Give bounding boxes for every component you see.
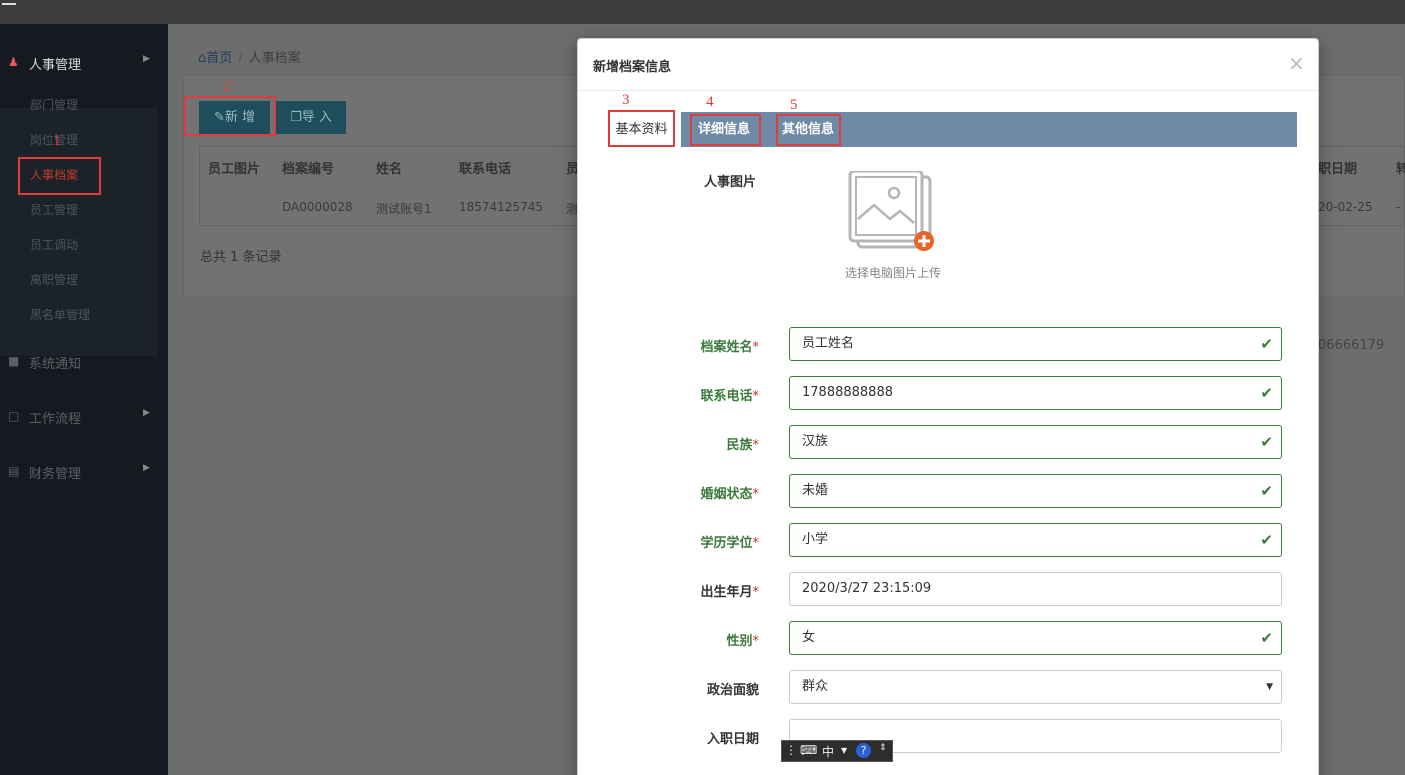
add-archive-modal: 新增档案信息 × 基本资料 详细信息 其他信息 人事图片 选择电脑图片上传 档案… [577, 38, 1319, 775]
ime-toolbar[interactable]: ⋮⋮ ⌨ 中 ▼ ? ⇕ [781, 740, 893, 762]
close-icon[interactable]: × [1288, 51, 1305, 75]
gender-label: 性别* [726, 634, 759, 649]
book-icon: ■ [8, 354, 20, 368]
breadcrumb-current: 人事档案 [248, 51, 301, 66]
annotation-label-2: 2 [223, 79, 231, 95]
political-label: 政治面貌 [706, 683, 759, 698]
join-date-label: 入职日期 [706, 732, 759, 747]
birth-label: 出生年月* [700, 585, 759, 600]
ethnicity-label: 民族* [726, 438, 759, 453]
top-navbar [0, 0, 1405, 24]
expand-icon[interactable]: ⇕ [879, 743, 887, 753]
table-total: 总共 1 条记录 [200, 250, 282, 265]
help-icon[interactable]: ? [856, 743, 871, 758]
check-icon: ✔ [1260, 335, 1273, 353]
marital-label: 婚姻状态* [700, 487, 759, 502]
sidebar-group-workflow[interactable]: □ 工作流程 ▶ [0, 402, 168, 432]
sidebar-item-transfer[interactable]: 员工调动 [30, 236, 78, 253]
breadcrumb-home[interactable]: 首页 [206, 51, 232, 66]
th-name: 姓名 [376, 162, 403, 177]
annotation-box-3 [608, 110, 675, 147]
cell-archive-no: DA0000028 [282, 200, 353, 214]
check-icon: ✔ [1260, 384, 1273, 402]
cell-partial-right: - [1396, 200, 1401, 214]
photo-label: 人事图片 [704, 175, 757, 190]
breadcrumb: ⌂首页 / 人事档案 [198, 51, 301, 66]
check-icon: ✔ [1260, 531, 1273, 549]
annotation-label-4: 4 [706, 94, 714, 110]
user-icon: ♟ [8, 55, 19, 69]
annotation-label-5: 5 [790, 97, 798, 113]
political-select[interactable]: 群众 ▼ [789, 670, 1282, 704]
sidebar-group-hr[interactable]: ♟ 人事管理 ▶ [0, 48, 168, 78]
sidebar: ♟ 人事管理 ▶ 部门管理 岗位管理 人事档案 员工管理 员工调动 离职管理 黑… [0, 24, 168, 775]
th-join-date: 职日期 [1318, 162, 1358, 177]
sidebar-item-blacklist[interactable]: 黑名单管理 [30, 306, 90, 323]
annotation-label-1: 1 [53, 133, 61, 149]
sidebar-group-finance[interactable]: ▤ 财务管理 ▶ [0, 457, 168, 487]
name-field[interactable]: 员工姓名 ✔ [789, 327, 1282, 361]
caret-down-icon[interactable]: ▼ [841, 746, 847, 755]
annotation-box-5 [776, 114, 841, 146]
sidebar-item-staff[interactable]: 员工管理 [30, 201, 78, 218]
phone-label: 联系电话* [700, 389, 759, 404]
sidebar-group-notice[interactable]: ■ 系统通知 [0, 347, 168, 377]
check-icon: ✔ [1260, 629, 1273, 647]
sidebar-item-resign[interactable]: 离职管理 [30, 271, 78, 288]
annotation-label-3: 3 [622, 92, 630, 108]
phone-field[interactable]: 17888888888 ✔ [789, 376, 1282, 410]
keyboard-icon[interactable]: ⌨ [800, 743, 817, 757]
modal-title: 新增档案信息 [593, 60, 672, 75]
tab-strip [681, 112, 1297, 147]
chevron-down-icon: ▼ [1266, 682, 1273, 692]
check-icon: ✔ [1260, 482, 1273, 500]
check-icon: ✔ [1260, 433, 1273, 451]
copy-icon: ❐ [290, 110, 302, 125]
education-label: 学历学位* [700, 536, 759, 551]
external-link-icon: □ [8, 409, 20, 423]
background-phone-text: 06666179 [1318, 338, 1385, 353]
annotation-box-1 [18, 157, 101, 195]
cell-name: 测试账号1 [376, 202, 432, 216]
annotation-box-2 [184, 96, 276, 136]
cell-join-date: 20-02-25 [1318, 200, 1373, 214]
th-archive-no: 档案编号 [282, 162, 335, 177]
education-field[interactable]: 小学 ✔ [789, 523, 1282, 557]
photo-upload-hint: 选择电脑图片上传 [845, 266, 942, 280]
th-photo: 员工图片 [208, 162, 261, 177]
caret-right-icon: ▶ [143, 463, 150, 473]
name-label: 档案姓名* [700, 340, 759, 355]
caret-right-icon: ▶ [143, 408, 150, 418]
caret-right-icon: ▶ [143, 54, 150, 64]
birth-date-field[interactable]: 2020/3/27 23:15:09 [789, 572, 1282, 606]
ethnicity-field[interactable]: 汉族 ✔ [789, 425, 1282, 459]
gender-field[interactable]: 女 ✔ [789, 621, 1282, 655]
menu-icon[interactable] [2, 0, 16, 5]
cell-phone: 18574125745 [459, 200, 543, 214]
import-button[interactable]: ❐导 入 [276, 101, 346, 134]
annotation-box-4 [690, 114, 761, 146]
th-partial-right: 转 [1396, 162, 1405, 177]
th-phone: 联系电话 [459, 162, 512, 177]
modal-header: 新增档案信息 × [578, 39, 1318, 91]
server-icon: ▤ [8, 464, 20, 478]
sidebar-item-dept[interactable]: 部门管理 [30, 96, 78, 113]
ime-mode[interactable]: 中 [822, 743, 834, 760]
image-upload-icon[interactable] [848, 169, 938, 255]
marital-field[interactable]: 未婚 ✔ [789, 474, 1282, 508]
